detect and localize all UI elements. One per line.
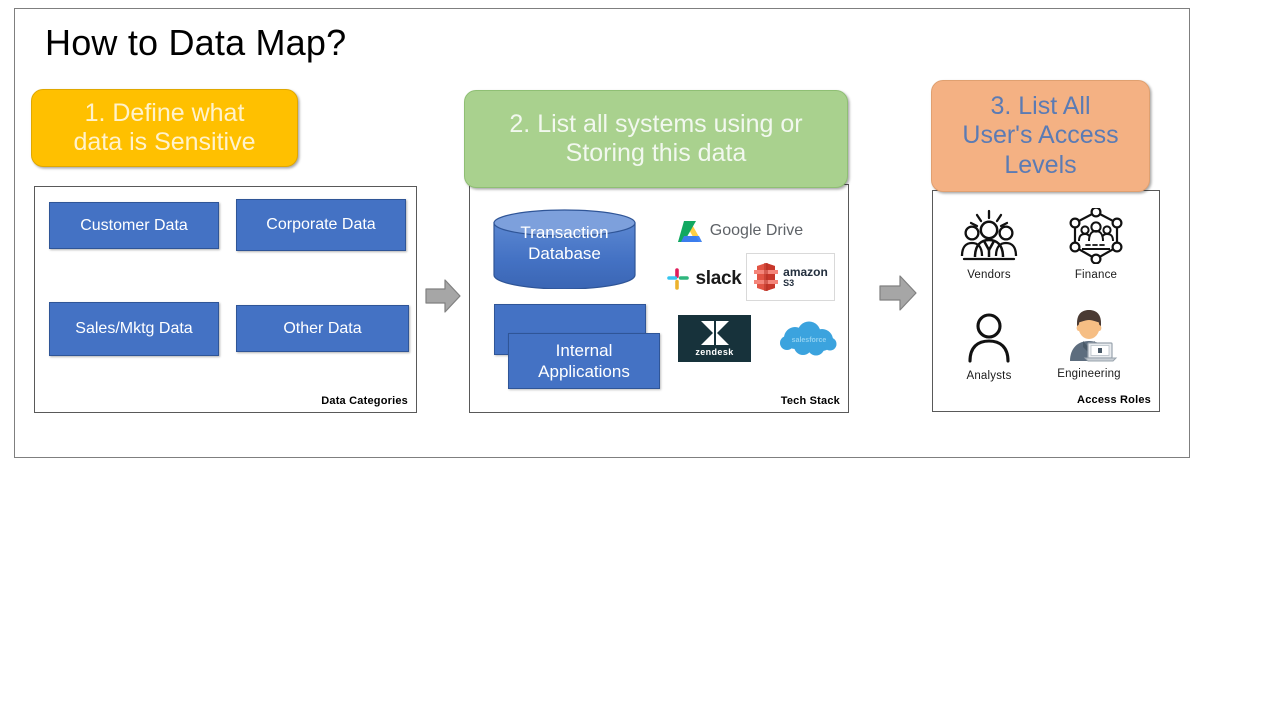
google-drive-word-2: Drive: [765, 222, 804, 239]
category-label: Customer Data: [80, 216, 188, 234]
step-2-header-line-2: Storing this data: [565, 139, 747, 167]
google-drive-wordmark: Google Drive: [710, 222, 803, 240]
zendesk-wordmark: zendesk: [695, 347, 734, 357]
role-label: Engineering: [1057, 368, 1121, 380]
category-label-line-1: Corporate: [266, 216, 338, 234]
network-team-icon: [1050, 205, 1142, 267]
google-drive-icon: [677, 220, 702, 242]
category-box-customer-data[interactable]: Customer Data: [49, 202, 219, 249]
category-box-corporate-data[interactable]: Corporate Data: [236, 199, 406, 251]
panel-access-roles: Vendors Finance Analysts Engineering Acc…: [932, 190, 1160, 412]
category-label-line-2: Data: [341, 216, 376, 234]
role-analysts[interactable]: Analysts: [943, 306, 1035, 382]
step-2-header-line-1: 2. List all systems using or: [509, 109, 803, 138]
category-box-other-data[interactable]: Other Data: [236, 305, 409, 352]
category-label-line-2: Data: [158, 320, 193, 338]
step-2-header-card[interactable]: 2. List all systems using or Storing thi…: [464, 90, 848, 188]
panel-data-categories: Customer Data Corporate Data Sales/Mktg …: [34, 186, 417, 413]
category-box-sales-mktg-data[interactable]: Sales/Mktg Data: [49, 302, 219, 356]
slack-icon: [667, 268, 690, 290]
arrow-step2-to-step3: [878, 272, 918, 314]
step-1-header-line-1: 1. Define what: [84, 98, 245, 127]
page-title: How to Data Map?: [45, 22, 347, 63]
person-with-laptop-icon: [1043, 304, 1135, 366]
database-cylinder-shape[interactable]: [492, 209, 637, 289]
role-label: Finance: [1074, 269, 1118, 281]
role-vendors[interactable]: Vendors: [943, 205, 1035, 281]
category-label-line-1: Sales/Mktg: [75, 320, 155, 338]
step-3-header-line-3: Levels: [1004, 150, 1077, 179]
slide-canvas: How to Data Map? 1. Define what data is …: [0, 0, 1280, 720]
panel-caption-access-roles: Access Roles: [1077, 394, 1151, 406]
app-label-line-1: Internal: [555, 340, 613, 360]
step-1-header-line-2: data is Sensitive: [73, 128, 256, 156]
salesforce-icon: salesforce: [780, 321, 837, 356]
right-arrow-icon: [879, 275, 917, 311]
google-drive-word-1: Google: [709, 222, 762, 239]
app-label-line-2: Applications: [538, 362, 630, 381]
group-of-people-icon: [943, 205, 1035, 267]
category-label: Other Data: [283, 319, 362, 337]
right-arrow-icon: [425, 279, 461, 313]
step-3-header-card[interactable]: 3. List All User's Access Levels: [931, 80, 1150, 192]
role-finance[interactable]: Finance: [1050, 205, 1142, 281]
google-drive-logo[interactable]: Google Drive: [660, 213, 820, 249]
slack-logo[interactable]: slack: [658, 261, 750, 297]
step-1-header-card[interactable]: 1. Define what data is Sensitive: [31, 89, 298, 167]
amazon-s3-line-2: S3: [783, 278, 795, 288]
amazon-s3-icon: [754, 263, 779, 291]
zendesk-icon: [700, 321, 729, 345]
panel-tech-stack: Transaction Database Internal Applicatio…: [469, 184, 849, 413]
amazon-s3-wordmark: amazon S3: [783, 266, 828, 288]
role-label: Vendors: [967, 269, 1011, 281]
salesforce-logo[interactable]: salesforce: [777, 320, 841, 358]
internal-applications-rectangle[interactable]: Internal Applications: [508, 333, 660, 389]
amazon-s3-line-1: amazon: [783, 265, 828, 279]
step-3-header-line-1: 3. List All: [990, 91, 1091, 120]
role-label: Analysts: [966, 370, 1012, 382]
panel-caption-tech-stack: Tech Stack: [780, 395, 840, 407]
panel-caption-data-categories: Data Categories: [321, 395, 408, 407]
salesforce-wordmark: salesforce: [792, 337, 827, 344]
role-engineering[interactable]: Engineering: [1043, 304, 1135, 380]
step-3-header-line-2: User's Access: [962, 121, 1119, 150]
arrow-step1-to-step2: [424, 276, 462, 316]
slack-wordmark: slack: [695, 268, 742, 289]
zendesk-logo[interactable]: zendesk: [678, 315, 751, 362]
amazon-s3-logo[interactable]: amazon S3: [746, 253, 835, 301]
single-person-icon: [943, 306, 1035, 368]
